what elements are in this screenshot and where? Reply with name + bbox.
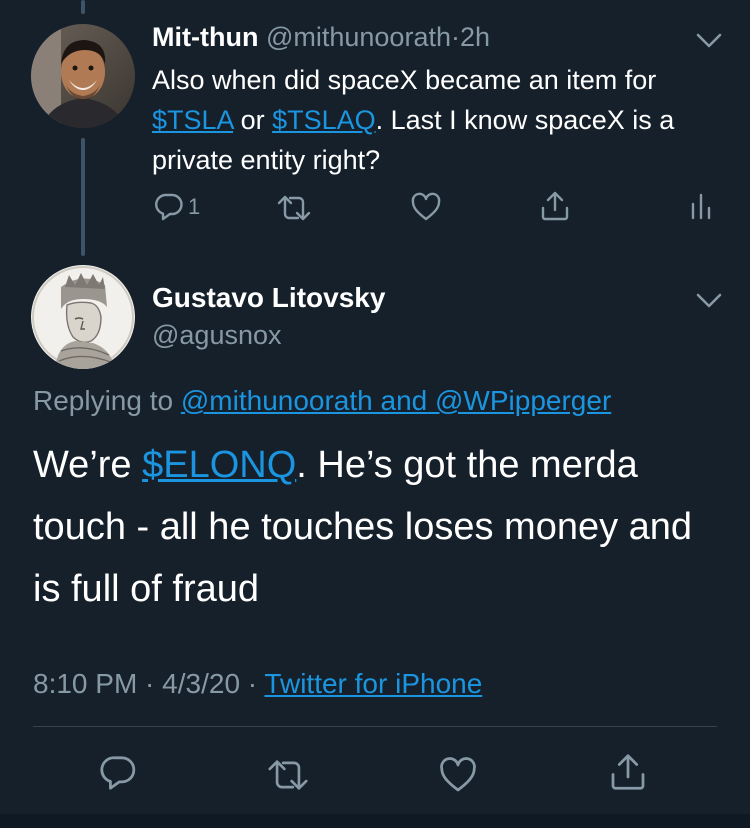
parent-avatar[interactable] <box>31 24 135 128</box>
tweet-meta: 8:10 PM · 4/3/20 · Twitter for iPhone <box>33 668 482 700</box>
tweet-date: 4/3/20 <box>162 668 241 699</box>
retweet-icon <box>277 195 311 221</box>
meta-separator: · <box>240 668 265 699</box>
replying-prefix: Replying to <box>33 385 181 416</box>
main-action-bar <box>0 748 750 798</box>
bottom-edge <box>0 814 750 828</box>
parent-timestamp[interactable]: 2h <box>460 22 490 52</box>
parent-header: Mit-thun @mithunoorath·2h <box>152 22 490 53</box>
tweet-time: 8:10 PM <box>33 668 138 699</box>
main-text-segment: We’re <box>33 444 143 486</box>
parent-action-bar: 1 <box>0 186 750 226</box>
like-button[interactable] <box>438 756 478 794</box>
share-icon <box>611 754 645 790</box>
share-icon <box>541 191 569 221</box>
parent-tweet-text: Also when did spaceX became an item for … <box>152 60 692 180</box>
parent-text-segment: or <box>233 105 273 135</box>
cashtag-link[interactable]: $ELONQ <box>142 444 296 486</box>
analytics-button[interactable] <box>690 192 712 220</box>
share-button[interactable] <box>608 752 648 792</box>
chevron-down-icon[interactable] <box>695 32 723 50</box>
like-icon <box>411 192 441 221</box>
reply-count: 1 <box>188 194 201 219</box>
thread-line-top <box>81 0 85 14</box>
tweet-source-link[interactable]: Twitter for iPhone <box>264 668 482 699</box>
replying-to: Replying to @mithunoorath and @WPipperge… <box>33 385 611 417</box>
main-tweet-text: We’re $ELONQ. He’s got the merda touch -… <box>33 434 713 620</box>
cashtag-link[interactable]: $TSLAQ <box>272 105 376 135</box>
replying-to-link[interactable]: @mithunoorath and @WPipperger <box>181 385 611 416</box>
main-handle[interactable]: @agusnox <box>152 320 282 351</box>
retweet-button[interactable] <box>276 194 312 222</box>
main-avatar[interactable] <box>31 265 135 369</box>
divider <box>33 726 717 727</box>
cashtag-link[interactable]: $TSLA <box>152 105 233 135</box>
reply-button[interactable] <box>99 754 137 792</box>
main-display-name[interactable]: Gustavo Litovsky <box>152 282 385 314</box>
parent-text-segment: Also when did spaceX became an item for <box>152 65 657 95</box>
parent-display-name[interactable]: Mit-thun <box>152 22 258 52</box>
reply-icon <box>155 193 183 221</box>
parent-handle[interactable]: @mithunoorath <box>266 22 451 52</box>
share-button[interactable] <box>539 190 571 222</box>
reply-icon <box>100 756 136 790</box>
reply-button[interactable]: 1 <box>154 192 200 222</box>
chevron-down-icon[interactable] <box>695 292 723 310</box>
retweet-icon <box>268 760 308 790</box>
meta-separator: · <box>137 668 163 699</box>
analytics-icon <box>691 193 711 220</box>
like-button[interactable] <box>410 192 442 222</box>
parent-time-separator: · <box>450 22 460 52</box>
like-icon <box>440 757 476 792</box>
retweet-button[interactable] <box>266 758 310 792</box>
